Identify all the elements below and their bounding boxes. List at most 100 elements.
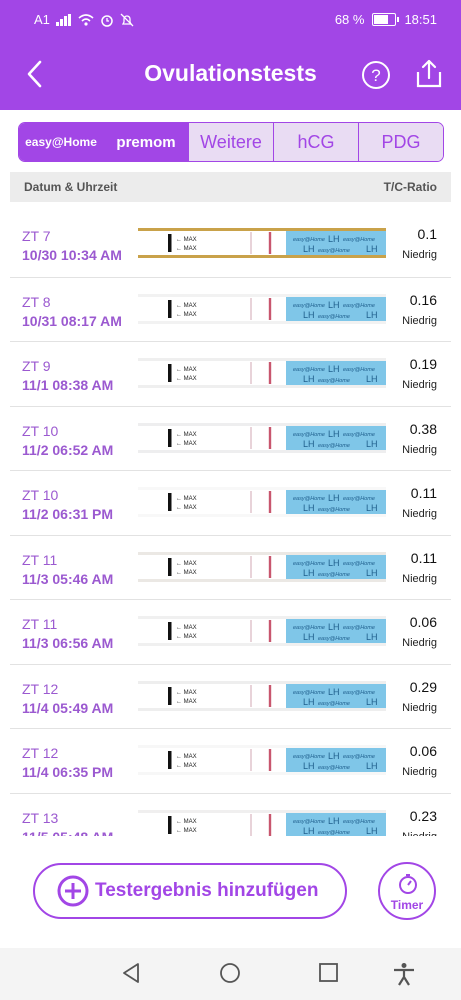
cycle-day-label: ZT 12 bbox=[22, 745, 59, 761]
test-strip-image: ← MAX← MAXeasy@Home LH easy@HomeLH easy@Hom… bbox=[138, 487, 386, 517]
svg-text:LH: LH bbox=[303, 697, 315, 707]
tc-level-label: Niedrig bbox=[402, 249, 437, 261]
timer-button[interactable]: Timer bbox=[378, 862, 436, 920]
test-row[interactable]: ZT 10 11/2 06:52 AM ← MAX ← MAX easy@Home LH e… bbox=[10, 405, 451, 471]
nav-recents-icon[interactable] bbox=[318, 962, 340, 984]
svg-text:← MAX: ← MAX bbox=[176, 312, 197, 318]
svg-text:easy@Home: easy@Home bbox=[318, 314, 350, 320]
tc-ratio-value: 0.16 bbox=[409, 291, 437, 308]
help-icon[interactable]: ? bbox=[361, 60, 391, 90]
svg-text:easy@Home: easy@Home bbox=[318, 572, 350, 578]
test-row[interactable]: ZT 9 11/1 08:38 AM ← MAX ← MAX easy@Home LH ea… bbox=[10, 341, 451, 406]
tab-hcg[interactable]: hCG bbox=[273, 123, 358, 161]
svg-text:LH: LH bbox=[303, 244, 315, 254]
test-datetime: 11/5 05:48 AM bbox=[22, 829, 113, 837]
tab-premom[interactable]: premom bbox=[103, 123, 188, 161]
svg-text:easy@Home: easy@Home bbox=[293, 690, 325, 696]
svg-text:easy@Home: easy@Home bbox=[293, 237, 325, 243]
svg-text:easy@Home: easy@Home bbox=[293, 367, 325, 373]
test-strip-image: ← MAX← MAXeasy@Home LH easy@HomeLH easy@Hom… bbox=[138, 422, 386, 453]
svg-text:LH: LH bbox=[328, 234, 340, 244]
share-icon[interactable] bbox=[414, 58, 444, 90]
svg-text:easy@Home: easy@Home bbox=[293, 432, 325, 438]
test-row[interactable]: ZT 11 11/3 06:56 AM ← MAX ← MAX easy@Home LH e… bbox=[10, 599, 451, 664]
nav-back-icon[interactable] bbox=[120, 962, 142, 984]
svg-text:LH: LH bbox=[303, 826, 315, 836]
test-datetime: 10/31 08:17 AM bbox=[22, 312, 122, 329]
test-strip-image: ← MAX← MAXeasy@Home LH easy@HomeLH easy@Hom… bbox=[138, 551, 386, 582]
svg-text:LH: LH bbox=[303, 439, 315, 449]
carrier-label: A1 bbox=[34, 12, 50, 27]
tab-easyhome[interactable]: easy@Home bbox=[19, 123, 103, 161]
tc-level-label: Niedrig bbox=[402, 637, 437, 649]
test-row[interactable]: ZT 1311/5 05:48 AM← MAX← MAXeasy@HomeLHe… bbox=[10, 792, 451, 837]
cycle-day-label: ZT 12 bbox=[22, 680, 59, 697]
svg-text:← MAX: ← MAX bbox=[176, 303, 197, 309]
svg-text:← MAX: ← MAX bbox=[176, 754, 197, 760]
svg-text:LH: LH bbox=[366, 244, 378, 254]
add-result-label: Testergebnis hinzufügen bbox=[95, 880, 319, 901]
svg-text:LH: LH bbox=[366, 310, 378, 320]
svg-text:LH: LH bbox=[366, 374, 378, 384]
svg-text:?: ? bbox=[371, 66, 380, 85]
tab-pdg[interactable]: PDG bbox=[358, 123, 443, 161]
svg-text:LH: LH bbox=[303, 568, 315, 578]
svg-text:← MAX: ← MAX bbox=[176, 496, 197, 502]
tc-ratio-value: 0.06 bbox=[409, 743, 437, 759]
test-datetime: 11/4 05:49 AM bbox=[22, 699, 114, 716]
svg-text:LH: LH bbox=[328, 816, 340, 826]
signal-icon bbox=[55, 13, 71, 26]
svg-text:← MAX: ← MAX bbox=[176, 432, 197, 438]
tc-level-label: Niedrig bbox=[402, 443, 437, 456]
battery-percent: 68 % bbox=[334, 12, 365, 27]
svg-text:LH: LH bbox=[366, 568, 378, 578]
test-row[interactable]: ZT 12 11/4 06:35 PM ← MAX ← MAX easy@Home LH e… bbox=[10, 728, 451, 793]
svg-text:LH: LH bbox=[328, 558, 340, 568]
cycle-day-label: ZT 10 bbox=[22, 422, 59, 439]
wifi-icon bbox=[78, 13, 94, 26]
svg-text:← MAX: ← MAX bbox=[176, 441, 197, 447]
battery-icon bbox=[372, 13, 400, 26]
accessibility-icon[interactable] bbox=[392, 962, 416, 986]
test-strip-image: ← MAX← MAXeasy@Home LH easy@HomeLH easy@Hom… bbox=[138, 228, 386, 258]
nav-home-icon[interactable] bbox=[219, 962, 241, 984]
add-result-button[interactable]: Testergebnis hinzufügen bbox=[33, 863, 347, 919]
cycle-day-label: ZT 7 bbox=[22, 228, 51, 244]
svg-text:easy@Home: easy@Home bbox=[343, 432, 375, 438]
brand-tabs: easy@Home premom Weitere hCG PDG bbox=[18, 122, 444, 162]
svg-text:← MAX: ← MAX bbox=[176, 634, 197, 640]
tc-level-label: Niedrig bbox=[402, 572, 437, 585]
svg-text:easy@Home: easy@Home bbox=[343, 690, 375, 696]
svg-text:← MAX: ← MAX bbox=[176, 376, 197, 382]
test-datetime: 11/4 06:35 PM bbox=[22, 764, 114, 780]
svg-text:easy@Home: easy@Home bbox=[318, 830, 350, 836]
svg-text:easy@Home: easy@Home bbox=[343, 303, 375, 309]
test-row[interactable]: ZT 8 10/31 08:17 AM ← MAX ← MAX easy@Home LH e… bbox=[10, 276, 451, 342]
svg-text:easy@Home: easy@Home bbox=[318, 248, 350, 254]
svg-text:easy@Home: easy@Home bbox=[318, 378, 350, 384]
svg-text:easy@Home: easy@Home bbox=[343, 237, 375, 243]
test-row[interactable]: ZT 11 11/3 05:46 AM ← MAX ← MAX easy@Home LH e… bbox=[10, 534, 451, 600]
test-row[interactable]: ZT 7 10/30 10:34 AM ← MAX ← MAX easy@Home LH e… bbox=[10, 212, 451, 276]
tc-ratio-value: 0.11 bbox=[410, 485, 437, 501]
system-nav-bar bbox=[0, 948, 461, 1000]
test-strip-image: ← MAX← MAXeasy@Home LH easy@HomeLH easy@Hom… bbox=[138, 745, 386, 775]
test-row[interactable]: ZT 12 11/4 05:49 AM ← MAX ← MAX easy@Home LH e… bbox=[10, 663, 451, 729]
alarm-icon bbox=[101, 14, 113, 27]
tc-ratio-value: 0.11 bbox=[410, 549, 437, 566]
svg-text:easy@Home: easy@Home bbox=[343, 561, 375, 567]
test-list[interactable]: ZT 7 10/30 10:34 AM ← MAX ← MAX easy@Home LH e… bbox=[10, 212, 451, 836]
svg-text:easy@Home: easy@Home bbox=[318, 507, 350, 513]
test-datetime: 11/2 06:31 PM bbox=[22, 506, 114, 522]
svg-text:easy@Home: easy@Home bbox=[293, 303, 325, 309]
test-datetime: 11/3 05:46 AM bbox=[22, 570, 114, 587]
svg-text:easy@Home: easy@Home bbox=[293, 819, 325, 825]
tc-ratio-value: 0.06 bbox=[409, 614, 437, 630]
tc-level-label: Niedrig bbox=[387, 831, 437, 837]
svg-text:easy@Home: easy@Home bbox=[343, 819, 375, 825]
test-row[interactable]: ZT 10 11/2 06:31 PM ← MAX ← MAX easy@Home LH e… bbox=[10, 470, 451, 535]
svg-text:LH: LH bbox=[328, 687, 340, 697]
tab-weitere[interactable]: Weitere bbox=[188, 123, 273, 161]
svg-text:← MAX: ← MAX bbox=[176, 819, 197, 825]
svg-text:LH: LH bbox=[328, 364, 340, 374]
